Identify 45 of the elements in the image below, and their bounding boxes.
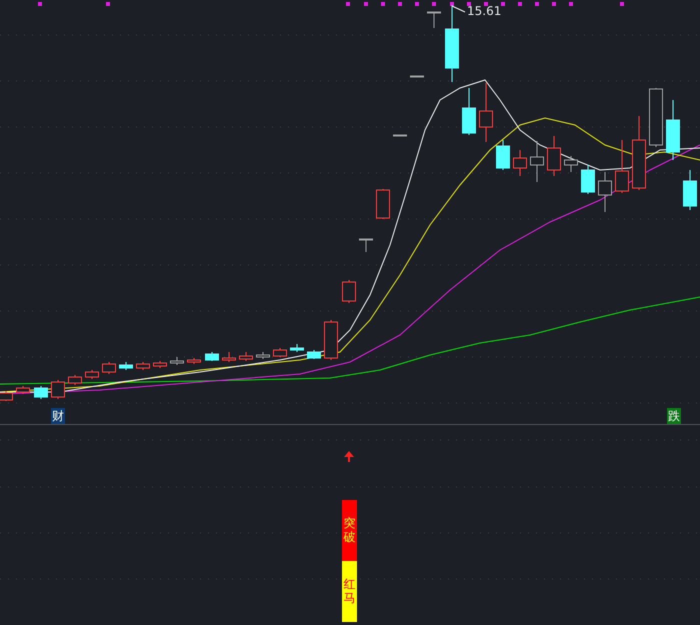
candlestick bbox=[256, 352, 270, 360]
signal-marker: 财 bbox=[51, 408, 65, 424]
candlestick bbox=[342, 280, 356, 304]
candlestick bbox=[462, 88, 476, 136]
candlestick bbox=[170, 356, 184, 366]
candlestick bbox=[376, 188, 390, 220]
candlestick bbox=[119, 362, 133, 370]
candlestick bbox=[496, 140, 510, 170]
candlestick bbox=[16, 386, 30, 394]
candlestick bbox=[547, 136, 561, 176]
candlestick bbox=[564, 156, 578, 172]
candlestick bbox=[51, 380, 65, 400]
high-price-label: 15.61 bbox=[467, 4, 502, 18]
candlestick bbox=[273, 348, 287, 358]
candlestick bbox=[222, 352, 236, 362]
up-arrow-icon bbox=[344, 451, 354, 462]
candlestick bbox=[410, 76, 424, 78]
candlestick bbox=[530, 140, 544, 182]
signal-bar-segment: 红马 bbox=[342, 561, 357, 622]
signal-bar-segment: 突破 bbox=[342, 500, 357, 561]
candlestick bbox=[102, 362, 116, 374]
candlestick bbox=[427, 12, 441, 28]
leader-line bbox=[452, 6, 466, 12]
signal-marker: 跌 bbox=[667, 408, 681, 424]
candlestick bbox=[581, 164, 595, 194]
candlestick bbox=[666, 100, 680, 160]
candlestick bbox=[359, 238, 373, 252]
candlestick bbox=[187, 358, 201, 364]
candlestick bbox=[153, 360, 167, 368]
candlestick bbox=[479, 82, 493, 142]
candlestick bbox=[239, 352, 253, 362]
candlestick bbox=[136, 362, 150, 370]
candlestick bbox=[649, 88, 663, 148]
candlestick bbox=[615, 140, 629, 194]
candlestick bbox=[85, 370, 99, 380]
candlestick bbox=[513, 150, 527, 176]
candlestick bbox=[324, 320, 338, 360]
candlestick bbox=[307, 350, 321, 360]
candlestick bbox=[683, 170, 697, 210]
candlestick bbox=[393, 134, 407, 136]
candlestick bbox=[598, 172, 612, 212]
candlestick bbox=[68, 374, 82, 386]
candlestick bbox=[205, 352, 219, 362]
candlestick bbox=[34, 386, 48, 400]
candlestick bbox=[290, 344, 304, 352]
